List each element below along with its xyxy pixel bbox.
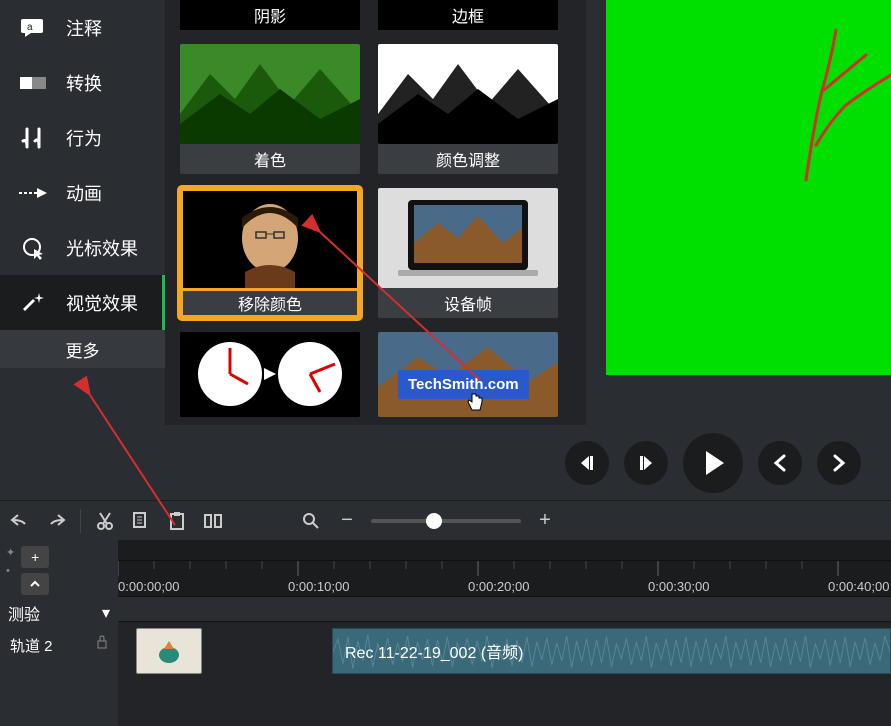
sidebar-item-label: 注释: [66, 15, 102, 41]
dropdown-label: 测验: [8, 601, 40, 625]
collapse-tracks-button[interactable]: [21, 573, 49, 595]
effect-item-remove-color[interactable]: 移除颜色: [180, 188, 360, 318]
effect-label: 边框: [452, 3, 484, 27]
next-frame-button[interactable]: [624, 441, 668, 485]
marker-icon: ✦: [6, 546, 15, 559]
redo-button[interactable]: [44, 509, 68, 533]
audio-clip[interactable]: Rec 11-22-19_002 (音频): [332, 628, 891, 674]
preview-canvas[interactable]: [606, 0, 891, 375]
cut-button[interactable]: [93, 509, 117, 533]
effect-item-clip-speed[interactable]: [180, 332, 360, 417]
lock-icon: [96, 635, 108, 653]
effect-item-border[interactable]: 边框: [378, 0, 558, 30]
ruler-time: 0:00:40;00: [828, 579, 889, 594]
clip-label: Rec 11-22-19_002 (音频): [345, 639, 523, 663]
undo-button[interactable]: [8, 509, 32, 533]
effect-item-colorize[interactable]: 着色: [180, 44, 360, 174]
sidebar-item-label: 转换: [66, 70, 102, 96]
play-button[interactable]: [683, 433, 743, 493]
effect-thumb: [378, 188, 558, 288]
animation-icon: [18, 186, 48, 200]
effect-thumb: [180, 332, 360, 417]
sidebar-item-cursor-effects[interactable]: 光标效果: [0, 220, 165, 275]
zoom-search-icon[interactable]: [299, 509, 323, 533]
visual-effects-icon: [18, 291, 48, 315]
timeline-toolbar: − +: [0, 500, 891, 540]
sidebar-item-label: 动画: [66, 180, 102, 206]
ruler-time: 0:00:20;00: [468, 579, 529, 594]
effect-label: 移除颜色: [238, 291, 302, 315]
sidebar-more-button[interactable]: 更多: [0, 330, 165, 368]
chevron-down-icon: ▾: [102, 603, 110, 623]
track-name[interactable]: 轨道 2: [0, 629, 118, 662]
transition-icon: [18, 75, 48, 91]
zoom-slider-knob[interactable]: [426, 513, 442, 529]
sidebar-item-animation[interactable]: 动画: [0, 165, 165, 220]
marker-dot-icon: •: [6, 565, 15, 577]
effect-item-shadow[interactable]: 阴影: [180, 0, 360, 30]
zoom-out-button[interactable]: −: [335, 509, 359, 533]
effect-label: 着色: [254, 147, 286, 171]
cursor-effects-icon: [18, 236, 48, 260]
effect-item-color-adjust[interactable]: 颜色调整: [378, 44, 558, 174]
preview-panel: [586, 0, 891, 425]
behavior-icon: [18, 127, 48, 149]
sidebar: a 注释 转换 行为 动画 光标效果: [0, 0, 165, 425]
sidebar-item-visual-effects[interactable]: 视觉效果: [0, 275, 165, 330]
effects-panel: 阴影 边框 着色 颜色调整 移除颜色: [165, 0, 586, 425]
add-track-button[interactable]: +: [21, 546, 49, 568]
paste-button[interactable]: [165, 509, 189, 533]
sidebar-item-transition[interactable]: 转换: [0, 55, 165, 110]
svg-text:a: a: [27, 22, 33, 33]
quiz-track-lane[interactable]: [118, 596, 891, 622]
techsmith-badge: TechSmith.com: [398, 370, 529, 399]
ruler-time: 0:00:10;00: [288, 579, 349, 594]
step-back-button[interactable]: [758, 441, 802, 485]
sidebar-more-label: 更多: [66, 337, 100, 362]
quiz-dropdown[interactable]: 测验 ▾: [0, 597, 118, 629]
effect-thumb: [378, 44, 558, 144]
sidebar-item-annotation[interactable]: a 注释: [0, 0, 165, 55]
effect-thumb: [180, 44, 360, 144]
copy-button[interactable]: [129, 509, 153, 533]
timeline-ruler[interactable]: 0:00:00;00 0:00:10;00 0:00:20;00 0:00:30…: [118, 560, 891, 596]
effect-label: 颜色调整: [436, 147, 500, 171]
effect-item-device-frame[interactable]: 设备帧: [378, 188, 558, 318]
effect-item-interactive-hotspot[interactable]: TechSmith.com: [378, 332, 558, 417]
sidebar-item-label: 视觉效果: [66, 290, 138, 316]
hand-cursor-icon: [466, 392, 484, 412]
sidebar-item-label: 光标效果: [66, 235, 138, 261]
sidebar-item-label: 行为: [66, 125, 102, 151]
zoom-slider[interactable]: [371, 519, 521, 523]
ruler-time: 0:00:00;00: [118, 579, 179, 594]
empty-track-area[interactable]: [118, 682, 891, 726]
track-lane[interactable]: Rec 11-22-19_002 (音频): [118, 622, 891, 682]
prev-frame-button[interactable]: [565, 441, 609, 485]
sidebar-item-behavior[interactable]: 行为: [0, 110, 165, 165]
effect-thumb: TechSmith.com: [378, 332, 558, 417]
effect-thumb: [180, 188, 360, 288]
timeline-tracks[interactable]: 0:00:00;00 0:00:10;00 0:00:20;00 0:00:30…: [118, 540, 891, 726]
playback-controls: [0, 425, 891, 500]
split-button[interactable]: [201, 509, 225, 533]
zoom-in-button[interactable]: +: [533, 509, 557, 533]
track-header-column: ✦ • + 测验 ▾ 轨道 2: [0, 540, 118, 726]
annotation-icon: a: [18, 19, 48, 37]
effect-label: 设备帧: [444, 291, 492, 315]
ruler-time: 0:00:30;00: [648, 579, 709, 594]
step-forward-button[interactable]: [817, 441, 861, 485]
effect-label: 阴影: [254, 3, 286, 27]
video-clip-thumb[interactable]: [136, 628, 202, 674]
